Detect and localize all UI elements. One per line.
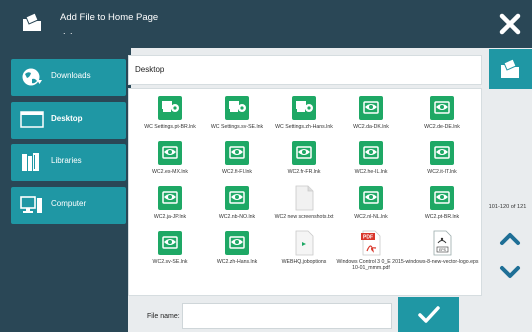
filename-input[interactable] [182, 303, 392, 329]
wc2-app-icon [225, 186, 249, 210]
wc2-app-icon [430, 141, 454, 165]
sidebar-item-downloads[interactable]: Downloads [11, 59, 126, 96]
file-tile[interactable]: PDF Windows Control 3 0_E 2015-10-01_mmm.… [337, 229, 405, 271]
add-folder-icon [501, 58, 519, 78]
text-file-icon [295, 185, 314, 211]
file-tile[interactable]: EPS windows-8-new-vector-logo.eps [406, 229, 478, 269]
file-name-label: WC Settings.sv-SE.lnk [210, 124, 264, 130]
wc2-app-icon [158, 231, 182, 255]
location-sidebar: Downloads Desktop Libraries Computer [0, 48, 131, 332]
file-name-label: WC2.he-IL.lnk [354, 169, 388, 175]
checkmark-icon [418, 306, 440, 323]
eps-file-icon: EPS [433, 230, 452, 256]
file-name-label: WC2.fr-FR.lnk [287, 169, 321, 175]
wc2-app-icon [359, 186, 383, 210]
wc2-app-icon [158, 141, 182, 165]
confirm-button[interactable] [398, 297, 459, 332]
file-tile[interactable]: WC2.ja-JP.lnk [136, 184, 204, 224]
settings-app-icon [292, 96, 316, 120]
header-bar: Add File to Home Page . . [0, 0, 532, 48]
file-name-label: WC2 new screenshots.txt [274, 214, 334, 220]
dialog-title: Add File to Home Page [60, 12, 159, 23]
file-name-label: WC2.nl-NL.lnk [354, 214, 388, 220]
wc2-app-icon [292, 141, 316, 165]
file-name-label: WC2.pt-BR.lnk [424, 214, 460, 220]
file-name-label: WC2.sv-SE.lnk [152, 259, 188, 265]
current-folder-label: Desktop [135, 65, 165, 74]
file-tile[interactable]: WC2.nb-NO.lnk [203, 184, 271, 224]
pager-column [487, 48, 532, 332]
file-tile[interactable]: WEBHQ.joboptions [270, 229, 338, 269]
file-name-label: WC2.es-MX.lnk [151, 169, 189, 175]
file-tile[interactable]: WC2.fr-FR.lnk [270, 139, 338, 179]
file-tile[interactable]: WC Settings.pt-BR.lnk [136, 94, 204, 134]
sidebar-item-desktop[interactable]: Desktop [11, 102, 126, 139]
file-name-label: Windows Control 3 0_E 2015-10-01_mmm.pdf [336, 259, 406, 271]
file-tile[interactable]: WC2.pt-BR.lnk [408, 184, 476, 224]
wc2-app-icon [158, 186, 182, 210]
file-name-label: WC2.fi-FI.lnk [222, 169, 252, 175]
settings-app-icon [158, 96, 182, 120]
dialog-subtitle: . . [63, 26, 74, 36]
wc2-app-icon [359, 141, 383, 165]
desktop-monitor-icon [20, 111, 44, 128]
svg-text:EPS: EPS [439, 248, 447, 252]
file-name-label: WC2.it-IT.lnk [427, 169, 457, 175]
current-path-bar: Desktop [128, 55, 482, 85]
file-grid: WC Settings.pt-BR.lnk WC Settings.sv-SE.l… [128, 88, 482, 296]
page-up-button[interactable] [498, 228, 522, 248]
wc2-app-icon [359, 96, 383, 120]
computer-icon [20, 196, 42, 213]
close-button[interactable] [496, 10, 524, 38]
libraries-books-icon [22, 153, 39, 171]
file-tile[interactable]: WC2 new screenshots.txt [270, 184, 338, 224]
file-tile[interactable]: WC Settings.sv-SE.lnk [203, 94, 271, 134]
add-folder-button[interactable] [489, 49, 532, 89]
file-tile[interactable]: WC Settings.zh-Hans.lnk [270, 94, 338, 134]
file-tile[interactable]: WC2.it-IT.lnk [408, 139, 476, 179]
file-tile[interactable]: WC2.nl-NL.lnk [337, 184, 405, 224]
file-tile[interactable]: WC2.zh-Hans.lnk [203, 229, 271, 269]
page-down-button[interactable] [498, 262, 522, 282]
wc2-app-icon [225, 141, 249, 165]
file-tile[interactable]: WC2.fi-FI.lnk [203, 139, 271, 179]
sidebar-item-computer[interactable]: Computer [11, 187, 126, 224]
file-tile[interactable]: WC2.de-DE.lnk [408, 94, 476, 134]
wc2-app-icon [430, 186, 454, 210]
file-tile[interactable]: WC2.es-MX.lnk [136, 139, 204, 179]
pdf-file-icon: PDF [361, 230, 381, 256]
file-name-label: WC2.de-DE.lnk [424, 124, 460, 130]
file-name-label: WC2.zh-Hans.lnk [216, 259, 258, 265]
sidebar-item-libraries[interactable]: Libraries [11, 144, 126, 181]
file-name-label: windows-8-new-vector-logo.eps [405, 259, 479, 265]
file-name-label: WC2.ja-JP.lnk [153, 214, 187, 220]
file-name-label: WC2.nb-NO.lnk [218, 214, 256, 220]
sidebar-item-label: Libraries [51, 156, 82, 165]
pager-range: 101-120 of 121 [488, 204, 527, 210]
filename-label: File name: [147, 313, 180, 320]
file-name-label: WC2.da-DK.lnk [353, 124, 389, 130]
file-tile[interactable]: WC2.sv-SE.lnk [136, 229, 204, 269]
settings-app-icon [225, 96, 249, 120]
joboptions-file-icon [295, 230, 314, 256]
svg-text:PDF: PDF [363, 235, 373, 241]
add-file-icon [23, 12, 41, 31]
file-name-label: WEBHQ.joboptions [281, 259, 327, 265]
sidebar-item-label: Computer [51, 199, 87, 208]
file-name-label: WC Settings.pt-BR.lnk [144, 124, 196, 130]
wc2-app-icon [225, 231, 249, 255]
file-tile[interactable]: WC2.da-DK.lnk [337, 94, 405, 134]
sidebar-item-label: Desktop [51, 114, 83, 123]
file-tile[interactable]: WC2.he-IL.lnk [337, 139, 405, 179]
wc2-app-icon [430, 96, 454, 120]
file-name-label: WC Settings.zh-Hans.lnk [275, 124, 333, 130]
downloads-globe-icon [22, 68, 42, 86]
sidebar-item-label: Downloads [51, 71, 91, 80]
